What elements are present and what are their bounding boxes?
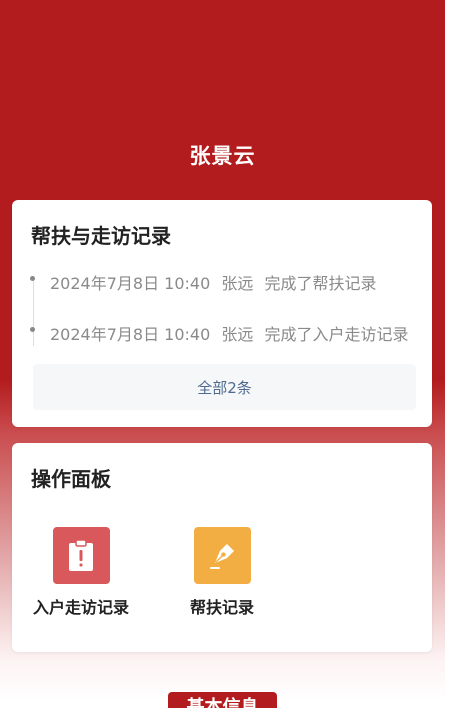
timeline-item: 2024年7月8日 10:40 张远 完成了入户走访记录 (30, 321, 415, 345)
timeline-text: 2024年7月8日 10:40 张远 完成了帮扶记录 (50, 270, 383, 294)
assistance-record-label: 帮扶记录 (189, 598, 254, 617)
timeline-dot-icon (30, 326, 35, 332)
timeline-item: 2024年7月8日 10:40 张远 完成了帮扶记录 (30, 270, 383, 294)
record-action: 完成了帮扶记录 (264, 274, 377, 293)
pen-nib-icon (193, 527, 251, 584)
basic-info-tab[interactable]: 基本信息 (168, 692, 277, 708)
record-time: 2024年7月8日 10:40 (50, 325, 211, 344)
record-person: 张远 (221, 274, 254, 293)
home-visit-record-label: 入户走访记录 (32, 598, 129, 617)
records-card: 帮扶与走访记录 2024年7月8日 10:40 张远 完成了帮扶记录 2024年… (12, 200, 432, 427)
record-action: 完成了入户走访记录 (264, 325, 409, 344)
right-edge-strip (445, 0, 452, 708)
record-time: 2024年7月8日 10:40 (50, 274, 211, 293)
record-person: 张远 (221, 325, 254, 344)
view-all-records-button[interactable]: 全部2条 (33, 364, 416, 410)
timeline-text: 2024年7月8日 10:40 张远 完成了入户走访记录 (50, 321, 415, 345)
operations-card: 操作面板 入户走访记录 帮扶记录 (12, 443, 432, 652)
page-background: 张景云 帮扶与走访记录 2024年7月8日 10:40 张远 完成了帮扶记录 2… (0, 0, 445, 708)
operations-card-title: 操作面板 (31, 467, 111, 491)
assistance-record-button[interactable]: 帮扶记录 (167, 527, 277, 618)
timeline-dot-icon (30, 275, 35, 281)
records-card-title: 帮扶与走访记录 (31, 224, 171, 248)
user-name-title: 张景云 (189, 144, 256, 168)
home-visit-record-button[interactable]: 入户走访记录 (26, 527, 136, 618)
clipboard-alert-icon (52, 527, 110, 584)
